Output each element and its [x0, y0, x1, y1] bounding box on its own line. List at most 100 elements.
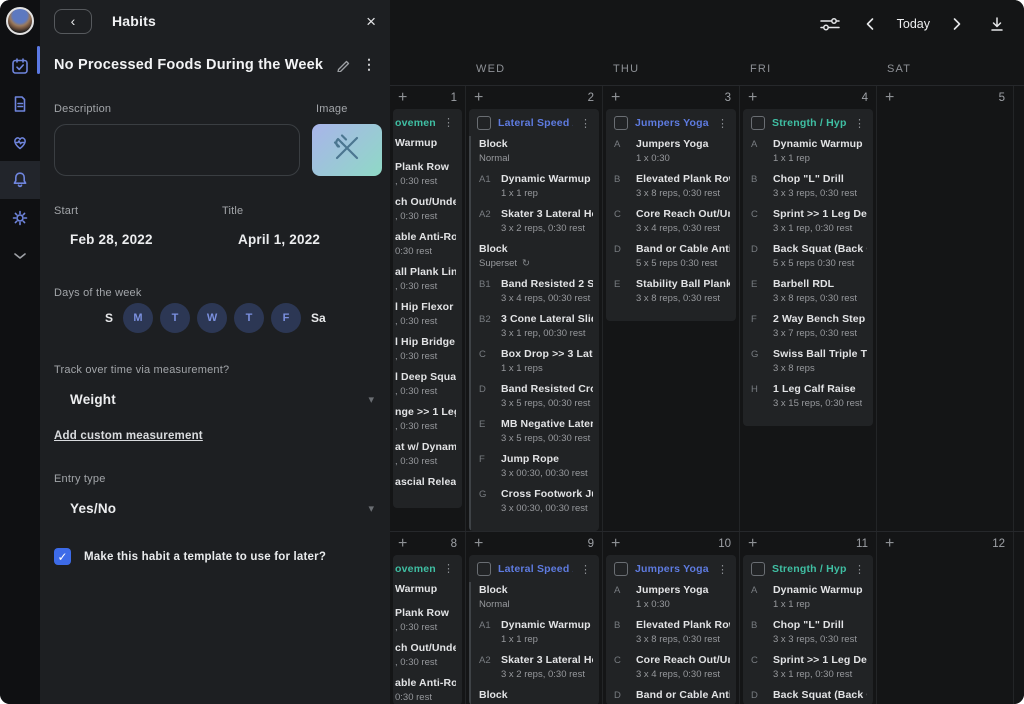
exercise-row[interactable]: BChop "L" Drill3 x 3 reps, 0:30 rest — [751, 619, 867, 645]
exercise-row[interactable]: A1Dynamic Warmup1 x 1 rep — [479, 619, 593, 645]
add-workout-button[interactable]: + — [885, 536, 894, 552]
workout-menu-kebab-icon[interactable]: ⋮ — [443, 116, 454, 129]
exercise-row[interactable]: CBox Drop >> 3 Lateral H...1 x 1 reps — [479, 348, 593, 374]
workout-checkbox[interactable] — [477, 562, 491, 576]
exercise-row[interactable]: DBand or Cable Anti Rotati...5 x 5 reps … — [614, 243, 730, 269]
exercise-row[interactable]: Plank Row, 0:30 rest — [395, 607, 456, 633]
exercise-row[interactable]: BChop "L" Drill3 x 3 reps, 0:30 rest — [751, 173, 867, 199]
exercise-row[interactable]: BElevated Plank Row3 x 8 reps, 0:30 rest — [614, 619, 730, 645]
sidebar-item-calendar[interactable] — [0, 47, 40, 85]
exercise-row[interactable]: EBarbell RDL3 x 8 reps, 0:30 rest — [751, 278, 867, 304]
workout-card[interactable]: ovement Q...⋮WarmupPlank Row, 0:30 restc… — [393, 109, 462, 508]
exercise-row[interactable]: GCross Footwork Jump Rope3 x 00:30, 00:3… — [479, 488, 593, 514]
workout-menu-kebab-icon[interactable]: ⋮ — [854, 563, 865, 576]
exercise-row[interactable]: Warmup — [395, 583, 456, 598]
exercise-row[interactable]: AJumpers Yoga1 x 0:30 — [614, 584, 730, 610]
add-workout-button[interactable]: + — [885, 90, 894, 106]
exercise-row[interactable]: Warmup — [395, 137, 456, 152]
add-workout-button[interactable]: + — [611, 536, 620, 552]
close-button[interactable]: × — [366, 13, 376, 30]
exercise-row[interactable]: B23 Cone Lateral Slide3 x 1 rep, 00:30 r… — [479, 313, 593, 339]
exercise-row[interactable]: able Anti-Rotati...0:30 rest — [395, 677, 456, 703]
exercise-row[interactable]: DBack Squat (Back Off Set)5 x 5 reps 0:3… — [751, 689, 867, 704]
workout-checkbox[interactable] — [614, 562, 628, 576]
workout-title[interactable]: Jumpers Yoga / Core — [635, 563, 710, 575]
exercise-row[interactable]: A2Skater 3 Lateral Hops >> ...3 x 2 reps… — [479, 654, 593, 680]
workout-card[interactable]: Jumpers Yoga / Core ⋮ AJumpers Yoga1 x 0:3… — [606, 109, 736, 321]
exercise-row[interactable]: l Deep Squat Mo..., 0:30 rest — [395, 371, 456, 397]
workout-menu-kebab-icon[interactable]: ⋮ — [717, 563, 728, 576]
exercise-row[interactable]: FJump Rope3 x 00:30, 00:30 rest — [479, 453, 593, 479]
workout-title[interactable]: Strength / Hypertro... — [772, 563, 847, 575]
exercise-row[interactable]: able Anti-Rotati...0:30 rest — [395, 231, 456, 257]
exercise-row[interactable]: DBand Resisted Crossover...3 x 5 reps, 0… — [479, 383, 593, 409]
exercise-row[interactable]: CCore Reach Out/Under3 x 4 reps, 0:30 re… — [614, 654, 730, 680]
exercise-row[interactable]: ADynamic Warmup1 x 1 rep — [751, 138, 867, 164]
exercise-row[interactable]: A2Skater 3 Lateral Hops >> ...3 x 2 reps… — [479, 208, 593, 234]
workout-title[interactable]: Lateral Speed / Plyo — [498, 563, 573, 575]
exercise-row[interactable]: EStability Ball Plank Linear ...3 x 8 re… — [614, 278, 730, 304]
workout-checkbox[interactable] — [751, 116, 765, 130]
workout-card[interactable]: Strength / Hypertro...⋮ADynamic Warmup1 … — [743, 555, 873, 704]
exercise-row[interactable]: AJumpers Yoga1 x 0:30 — [614, 138, 730, 164]
start-date-value[interactable]: Feb 28, 2022 — [70, 232, 153, 247]
workout-title[interactable]: Jumpers Yoga / Core — [635, 117, 710, 129]
exercise-row[interactable]: GSwiss Ball Triple Threat3 x 8 reps — [751, 348, 867, 374]
workout-checkbox[interactable] — [477, 116, 491, 130]
workout-menu-kebab-icon[interactable]: ⋮ — [717, 117, 728, 130]
exercise-row[interactable]: ch Out/Under, 0:30 rest — [395, 196, 456, 222]
exercise-row[interactable]: CSprint >> 1 Leg Declarations3 x 1 rep, … — [751, 654, 867, 680]
sidebar-item-health[interactable] — [0, 123, 40, 161]
add-workout-button[interactable]: + — [474, 90, 483, 106]
prev-week-button[interactable] — [865, 17, 875, 31]
workout-title[interactable]: Strength / Hypertro... — [772, 117, 847, 129]
day-chip-t[interactable]: T — [234, 303, 264, 333]
sidebar-item-settings[interactable] — [0, 199, 40, 237]
sidebar-expand[interactable] — [0, 237, 40, 275]
entry-type-select[interactable]: Yes/No ▾ — [70, 501, 374, 516]
workout-menu-kebab-icon[interactable]: ⋮ — [580, 117, 591, 130]
add-workout-button[interactable]: + — [611, 90, 620, 106]
workout-card[interactable]: Lateral Speed / Plyo⋮BlockNormalA1Dynami… — [469, 555, 599, 704]
exercise-row[interactable]: ascial Release C... — [395, 476, 456, 491]
exercise-row[interactable]: nge >> 1 Leg St..., 0:30 rest — [395, 406, 456, 432]
day-chip-s[interactable]: S — [102, 303, 116, 333]
exercise-row[interactable]: B1Band Resisted 2 Step Late...3 x 4 reps… — [479, 278, 593, 304]
workout-card[interactable]: Lateral Speed / Plyo⋮BlockNormalA1Dynami… — [469, 109, 599, 531]
exercise-row[interactable]: F2 Way Bench Step Up3 x 7 reps, 0:30 res… — [751, 313, 867, 339]
description-input[interactable] — [54, 124, 300, 176]
workout-card[interactable]: Jumpers Yoga / Core ⋮ AJumpers Yoga1 x 0:3… — [606, 555, 736, 704]
workout-title[interactable]: ovement Q... — [395, 117, 436, 129]
add-custom-measurement-link[interactable]: Add custom measurement — [54, 430, 203, 442]
workout-checkbox[interactable] — [614, 116, 628, 130]
workout-menu-kebab-icon[interactable]: ⋮ — [854, 117, 865, 130]
exercise-row[interactable]: EMB Negative Lateral Hop...3 x 5 reps, 0… — [479, 418, 593, 444]
day-chip-w[interactable]: W — [197, 303, 227, 333]
day-chip-sa[interactable]: Sa — [308, 303, 329, 333]
exercise-row[interactable]: l Hip Flexor Rais..., 0:30 rest — [395, 301, 456, 327]
back-button[interactable]: ‹ — [54, 9, 92, 34]
sidebar-item-programs[interactable] — [0, 85, 40, 123]
exercise-row[interactable]: CCore Reach Out/Under3 x 4 reps, 0:30 re… — [614, 208, 730, 234]
workout-menu-kebab-icon[interactable]: ⋮ — [580, 563, 591, 576]
exercise-row[interactable]: at w/ Dynamic P..., 0:30 rest — [395, 441, 456, 467]
sidebar-item-notifications[interactable] — [0, 161, 40, 199]
workout-menu-kebab-icon[interactable]: ⋮ — [443, 562, 454, 575]
add-workout-button[interactable]: + — [398, 90, 407, 106]
habit-menu-kebab-icon[interactable]: ⋮ — [362, 56, 376, 73]
day-chip-f[interactable]: F — [271, 303, 301, 333]
measurement-select[interactable]: Weight ▾ — [70, 392, 374, 407]
exercise-row[interactable]: DBack Squat (Back Off Set)5 x 5 reps 0:3… — [751, 243, 867, 269]
exercise-row[interactable]: A1Dynamic Warmup1 x 1 rep — [479, 173, 593, 199]
template-checkbox[interactable]: ✓ — [54, 548, 71, 565]
exercise-row[interactable]: H1 Leg Calf Raise3 x 15 reps, 0:30 rest — [751, 383, 867, 409]
end-date-value[interactable]: April 1, 2022 — [238, 232, 320, 247]
workout-title[interactable]: Lateral Speed / Plyo — [498, 117, 573, 129]
day-chip-t[interactable]: T — [160, 303, 190, 333]
exercise-row[interactable]: DBand or Cable Anti Rotati...5 x 5 reps … — [614, 689, 730, 704]
edit-pencil-icon[interactable] — [336, 58, 350, 72]
workout-card[interactable]: Strength / Hypertro... ⋮ ADynamic Warmup1 … — [743, 109, 873, 426]
next-week-button[interactable] — [952, 17, 962, 31]
day-chip-m[interactable]: M — [123, 303, 153, 333]
workout-card[interactable]: ovement Q...⋮WarmupPlank Row, 0:30 restc… — [393, 555, 462, 704]
